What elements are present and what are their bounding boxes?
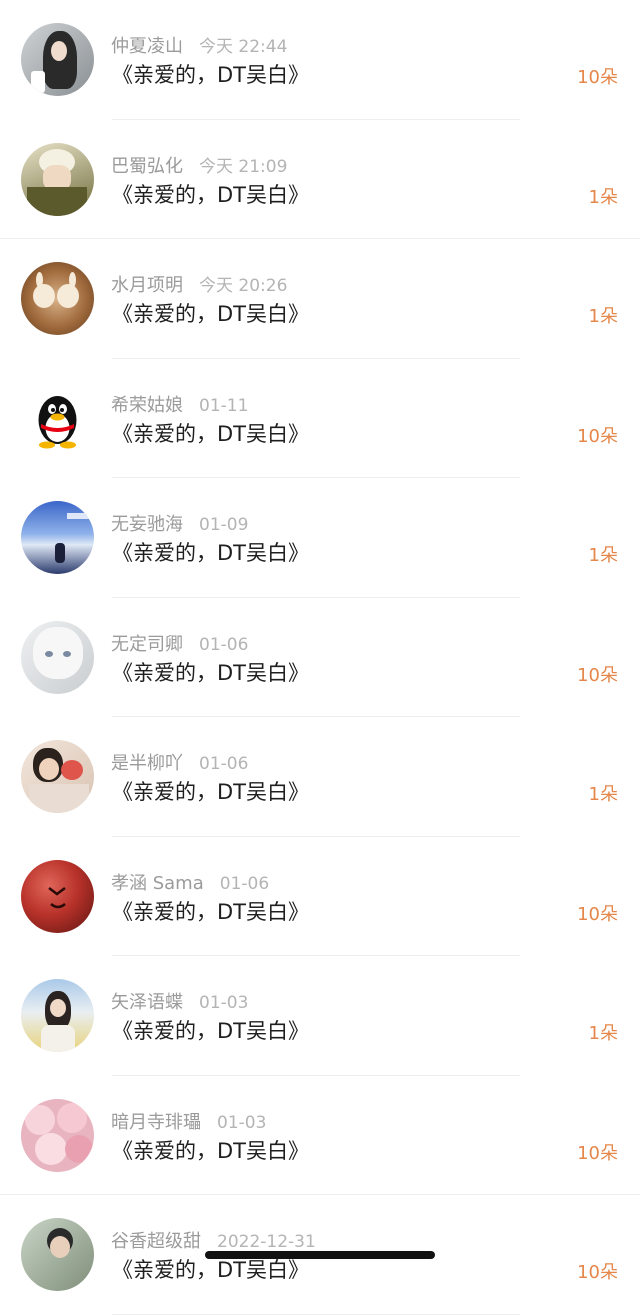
sender-name-text: 巴蜀弘化 [111,155,183,177]
sender-name: 孝涵 Sama 01-06 [111,869,269,895]
gift-record-list: 仲夏凌山 今天 22:44 《亲爱的，DT吴白》 10朵 巴蜀弘化 今天 21:09 《亲爱… [0,0,640,1315]
flower-count: 10朵 [577,903,618,925]
timestamp: 2022-12-31 [217,1232,316,1252]
sender-name-text: 暗月寺琲瓃 [111,1111,201,1133]
work-title: 《亲爱的，DT吴白》 [112,1019,309,1043]
timestamp: 01-06 [199,634,249,655]
avatar[interactable] [21,1218,94,1291]
sender-name: 是半柳吖 01-06 [111,749,248,775]
timestamp: 今天 22:44 [199,37,288,57]
sender-name: 仲夏凌山 今天 22:44 [111,32,287,58]
list-item[interactable]: 巴蜀弘化 今天 21:09 《亲爱的，DT吴白》 1朵 [0,120,640,239]
avatar[interactable] [21,23,94,96]
avatar[interactable] [21,740,94,813]
work-title: 《亲爱的，DT吴白》 [112,302,309,326]
sender-name-text: 无定司卿 [111,633,183,655]
sender-name-text: 水月项明 [111,275,183,296]
sender-name: 谷香超级甜 2022-12-31 [111,1227,316,1253]
sender-name: 水月项明 今天 20:26 [111,271,287,297]
flower-count: 10朵 [577,425,618,447]
work-title: 《亲爱的，DT吴白》 [112,1138,309,1163]
flower-count: 1朵 [588,186,618,208]
list-item[interactable]: 无定司卿 01-06 《亲爱的，DT吴白》 10朵 [0,598,640,717]
timestamp: 今天 20:26 [199,276,288,296]
avatar[interactable] [21,1098,94,1172]
avatar[interactable] [21,501,94,574]
sender-name-text: 无妄驰海 [111,514,183,535]
work-title: 《亲爱的，DT吴白》 [112,780,309,804]
flower-count: 1朵 [588,306,618,327]
list-item[interactable]: 希荣姑娘 01-11 《亲爱的，DT吴白》 10朵 [0,359,640,478]
work-title: 《亲爱的，DT吴白》 [112,63,309,87]
list-item[interactable]: 无妄驰海 01-09 《亲爱的，DT吴白》 1朵 [0,478,640,598]
sender-name-text: 希荣姑娘 [111,394,183,416]
flower-count: 1朵 [588,784,618,805]
list-item[interactable]: 暗月寺琲瓃 01-03 《亲爱的，DT吴白》 10朵 [0,1076,640,1195]
work-title: 《亲爱的，DT吴白》 [112,421,309,446]
list-item[interactable]: 是半柳吖 01-06 《亲爱的，DT吴白》 1朵 [0,717,640,837]
avatar[interactable] [21,979,94,1052]
sender-name-text: 仲夏凌山 [111,36,183,57]
work-title: 《亲爱的，DT吴白》 [112,660,309,685]
home-indicator [205,1251,435,1259]
avatar[interactable] [21,859,94,933]
sender-name: 无妄驰海 01-09 [111,510,248,536]
avatar[interactable] [21,262,94,335]
timestamp: 01-06 [199,754,249,774]
flower-count: 10朵 [577,1262,618,1283]
sender-name-text: 是半柳吖 [111,753,183,774]
timestamp: 01-03 [217,1112,267,1133]
timestamp: 01-09 [199,515,249,535]
timestamp: 01-03 [199,993,249,1013]
flower-count: 1朵 [588,1023,618,1044]
list-item[interactable]: 仲夏凌山 今天 22:44 《亲爱的，DT吴白》 10朵 [0,0,640,120]
divider [112,1313,520,1315]
sender-name-text: 孝涵 Sama [111,872,204,894]
timestamp: 01-11 [199,395,249,416]
flower-count: 1朵 [588,545,618,566]
sender-name: 巴蜀弘化 今天 21:09 [111,152,287,178]
avatar[interactable] [21,142,94,216]
flower-count: 10朵 [577,67,618,88]
sender-name: 矢泽语蝶 01-03 [111,988,248,1014]
list-item[interactable]: 矢泽语蝶 01-03 《亲爱的，DT吴白》 1朵 [0,956,640,1076]
sender-name: 暗月寺琲瓃 01-03 [111,1108,266,1134]
sender-name-text: 谷香超级甜 [111,1231,201,1252]
work-title: 《亲爱的，DT吴白》 [112,541,309,565]
timestamp: 今天 21:09 [199,156,288,177]
avatar[interactable] [21,620,94,694]
work-title: 《亲爱的，DT吴白》 [112,899,309,924]
work-title: 《亲爱的，DT吴白》 [112,182,309,207]
sender-name-text: 矢泽语蝶 [111,992,183,1013]
avatar[interactable] [21,381,94,455]
sender-name: 希荣姑娘 01-11 [111,391,248,417]
sender-name: 无定司卿 01-06 [111,630,248,656]
flower-count: 10朵 [577,664,618,686]
list-item[interactable]: 水月项明 今天 20:26 《亲爱的，DT吴白》 1朵 [0,239,640,359]
flower-count: 10朵 [577,1142,618,1164]
timestamp: 01-06 [219,873,270,894]
list-item[interactable]: 孝涵 Sama 01-06 《亲爱的，DT吴白》 10朵 [0,837,640,956]
